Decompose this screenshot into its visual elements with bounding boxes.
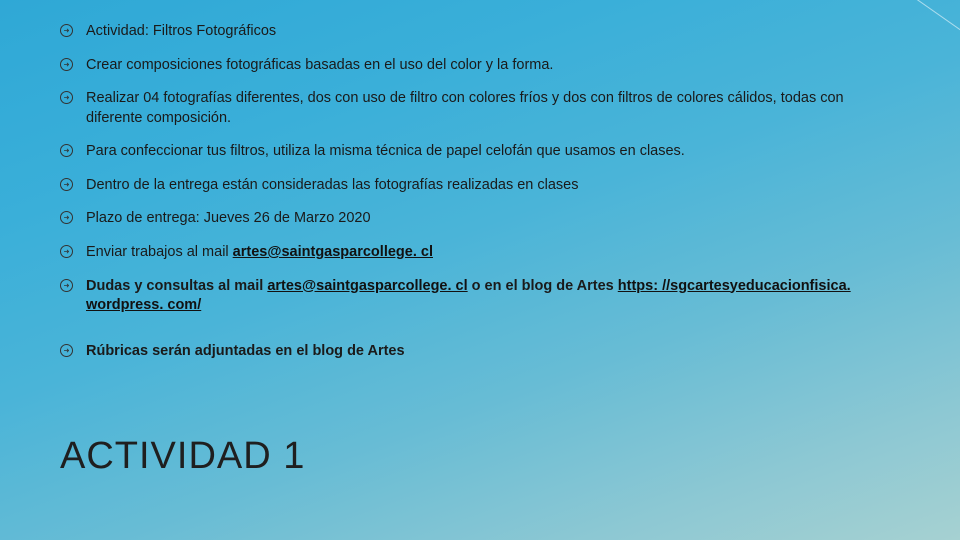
- slide: Actividad: Filtros Fotográficos Crear com…: [0, 0, 960, 540]
- list-item-text: Realizar 04 fotografías diferentes, dos …: [86, 90, 844, 126]
- text-span: Rúbricas serán adjuntadas en el blog de …: [86, 343, 405, 359]
- text-span: o en el blog de Artes: [468, 278, 618, 294]
- list-item-text: Crear composiciones fotográficas basadas…: [86, 57, 553, 73]
- list-item-text: Para confeccionar tus filtros, utiliza l…: [86, 143, 685, 159]
- link-text: artes@saintgasparcollege. cl: [233, 244, 433, 260]
- list-item: Para confeccionar tus filtros, utiliza l…: [60, 142, 900, 162]
- bullet-icon: [60, 58, 73, 71]
- list-item-text: Plazo de entrega: Jueves 26 de Marzo 202…: [86, 210, 371, 226]
- text-span: Enviar trabajos al mail: [86, 244, 233, 260]
- bullet-icon: [60, 178, 73, 191]
- bullet-icon: [60, 24, 73, 37]
- text-span: Actividad: Filtros Fotográficos: [86, 23, 276, 39]
- list-item: Crear composiciones fotográficas basadas…: [60, 56, 900, 76]
- text-span: Dentro de la entrega están consideradas …: [86, 177, 579, 193]
- list-item: Enviar trabajos al mail artes@saintgaspa…: [60, 243, 900, 263]
- text-span: Dudas y consultas al mail: [86, 278, 267, 294]
- text-span: Plazo de entrega: Jueves 26 de Marzo 202…: [86, 210, 371, 226]
- text-span: Realizar 04 fotografías diferentes, dos …: [86, 90, 844, 126]
- list-item: Dentro de la entrega están consideradas …: [60, 176, 900, 196]
- bullet-list: Actividad: Filtros Fotográficos Crear com…: [0, 0, 960, 361]
- list-item: Plazo de entrega: Jueves 26 de Marzo 202…: [60, 209, 900, 229]
- bullet-icon: [60, 245, 73, 258]
- bullet-icon: [60, 144, 73, 157]
- slide-title: ACTIVIDAD 1: [60, 435, 305, 478]
- list-item-text: Dentro de la entrega están consideradas …: [86, 177, 579, 193]
- bullet-icon: [60, 279, 73, 292]
- list-item-text: Enviar trabajos al mail artes@saintgaspa…: [86, 244, 433, 260]
- bullet-icon: [60, 344, 73, 357]
- list-item-text: Actividad: Filtros Fotográficos: [86, 23, 276, 39]
- list-item: Rúbricas serán adjuntadas en el blog de …: [60, 342, 900, 362]
- text-span: Para confeccionar tus filtros, utiliza l…: [86, 143, 685, 159]
- link-text: artes@saintgasparcollege. cl: [267, 278, 467, 294]
- bullet-icon: [60, 211, 73, 224]
- list-item: Actividad: Filtros Fotográficos: [60, 22, 900, 42]
- text-span: Crear composiciones fotográficas basadas…: [86, 57, 553, 73]
- bullet-icon: [60, 91, 73, 104]
- list-item-text: Dudas y consultas al mail artes@saintgas…: [86, 278, 851, 314]
- list-item-text: Rúbricas serán adjuntadas en el blog de …: [86, 343, 405, 359]
- list-item: Realizar 04 fotografías diferentes, dos …: [60, 89, 900, 128]
- list-item: Dudas y consultas al mail artes@saintgas…: [60, 277, 900, 316]
